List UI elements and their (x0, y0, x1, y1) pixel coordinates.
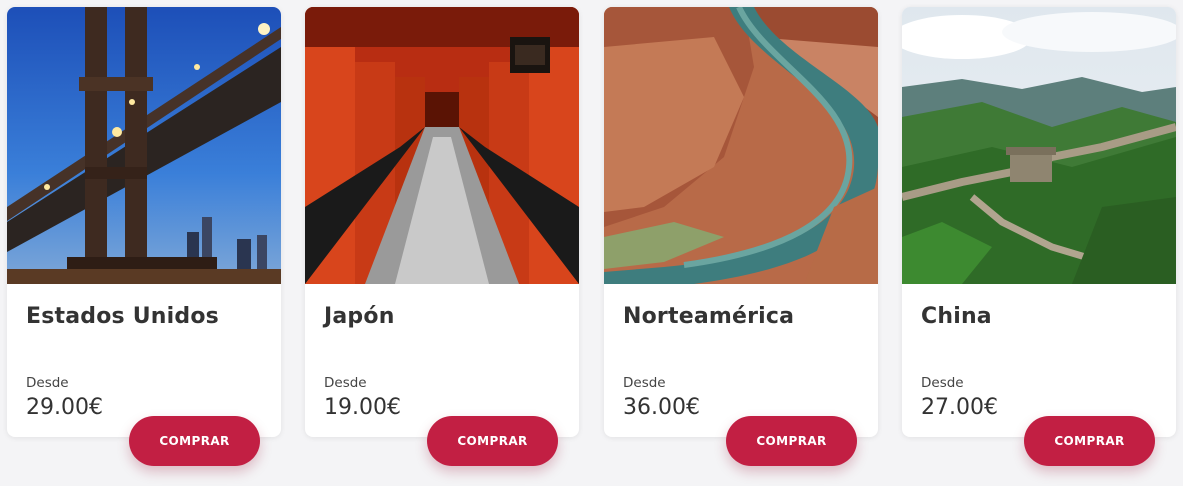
comprar-button[interactable]: COMPRAR (726, 416, 857, 466)
destination-title: Japón (324, 304, 395, 329)
destination-image[interactable] (305, 7, 579, 284)
bridge-photo-icon (7, 7, 281, 284)
price-value: 19.00€ (324, 395, 401, 420)
price-value: 36.00€ (623, 395, 700, 420)
destination-title: Estados Unidos (26, 304, 219, 329)
price-label: Desde (921, 375, 964, 391)
destination-card-norteamerica[interactable]: Norteamérica Desde 36.00€ (604, 7, 878, 437)
price-label: Desde (623, 375, 666, 391)
canyon-photo-icon (604, 7, 878, 284)
destination-image[interactable] (604, 7, 878, 284)
comprar-button[interactable]: COMPRAR (1024, 416, 1155, 466)
destination-title: China (921, 304, 992, 329)
great-wall-photo-icon (902, 7, 1176, 284)
torii-gates-photo-icon (305, 7, 579, 284)
destination-card-china[interactable]: China Desde 27.00€ (902, 7, 1176, 437)
price-value: 29.00€ (26, 395, 103, 420)
comprar-button[interactable]: COMPRAR (129, 416, 260, 466)
destination-card-japon[interactable]: Japón Desde 19.00€ (305, 7, 579, 437)
price-label: Desde (324, 375, 367, 391)
destination-image[interactable] (7, 7, 281, 284)
destination-title: Norteamérica (623, 304, 795, 329)
destination-image[interactable] (902, 7, 1176, 284)
price-label: Desde (26, 375, 69, 391)
price-value: 27.00€ (921, 395, 998, 420)
destination-card-estados-unidos[interactable]: Estados Unidos Desde 29.00€ (7, 7, 281, 437)
comprar-button[interactable]: COMPRAR (427, 416, 558, 466)
